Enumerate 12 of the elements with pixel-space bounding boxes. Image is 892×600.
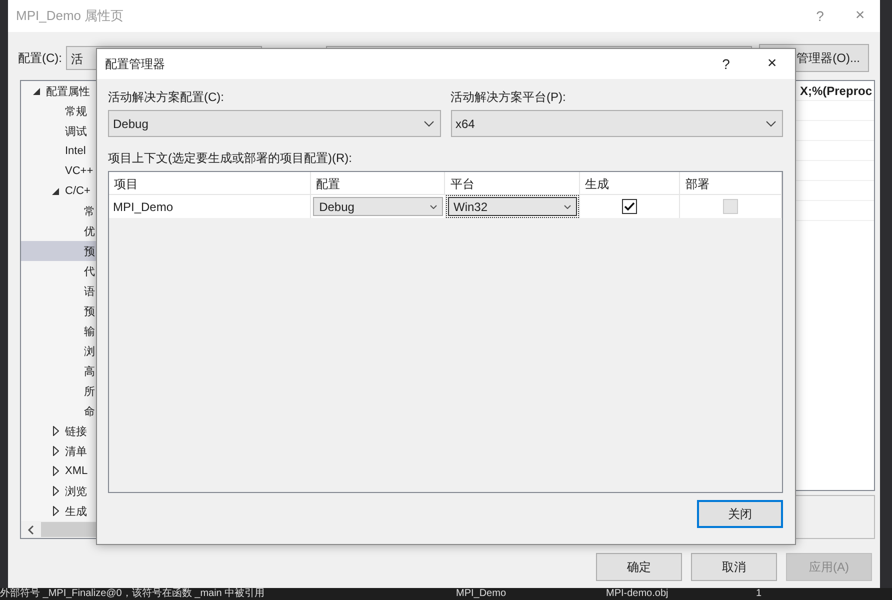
dialog-title: 配置管理器	[105, 56, 166, 72]
property-value: X;%(Preproc	[800, 84, 873, 98]
project-name: MPI_Demo	[456, 588, 508, 600]
platform-label: 活动解决方案平台(P):	[450, 89, 567, 106]
error-description: 外部符号 _MPI_Finalize@0，该符号在函数 _main 中被引用	[0, 588, 266, 600]
file-name: MPI-demo.obj	[606, 588, 670, 600]
project-contexts-label: 项目上下文(选定要生成或部署的项目配置)(R):	[108, 150, 353, 167]
window-title: MPI_Demo 属性页	[16, 7, 125, 25]
configuration-label: 活动解决方案配置(C):	[108, 89, 225, 106]
table-cell-text: MPI_Demo	[112, 200, 174, 214]
configuration-label: 配置(C):	[18, 50, 62, 66]
line-number: 1	[756, 588, 762, 600]
